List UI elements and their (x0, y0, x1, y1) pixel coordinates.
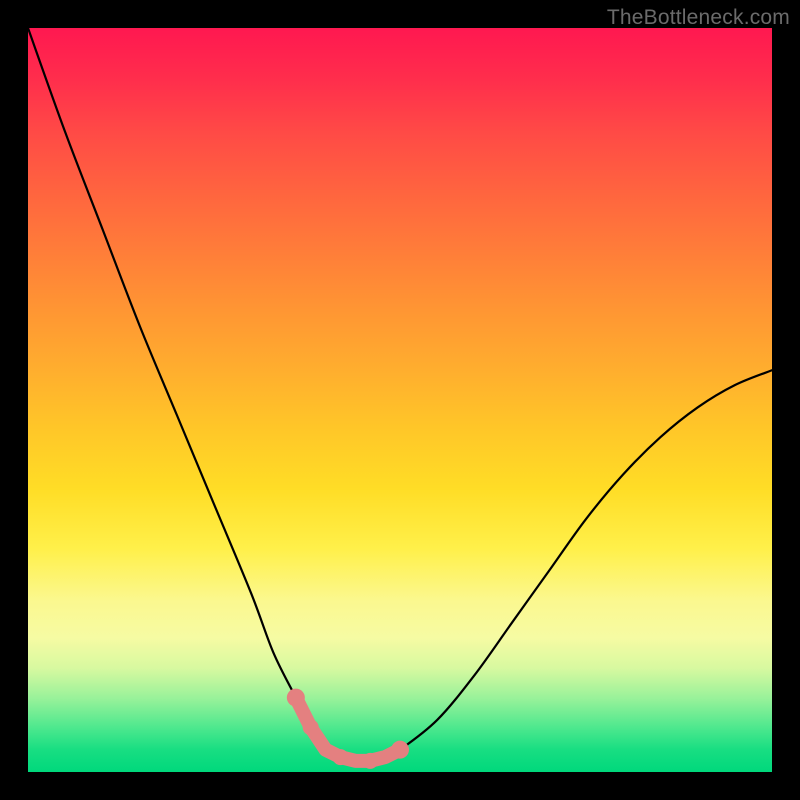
watermark-text: TheBottleneck.com (607, 6, 790, 30)
optimal-region-marker (28, 28, 772, 772)
plot-area (28, 28, 772, 772)
chart-frame: TheBottleneck.com (0, 0, 800, 800)
